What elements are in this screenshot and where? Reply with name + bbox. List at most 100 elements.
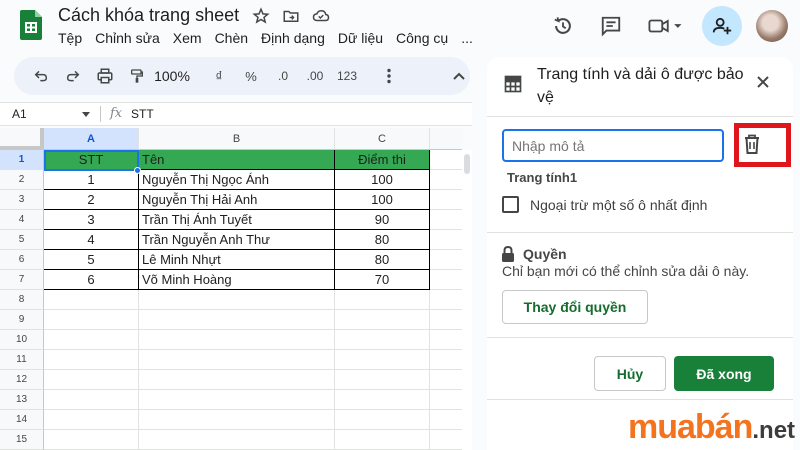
column-header-d[interactable] [430, 128, 462, 150]
row-header[interactable]: 10 [0, 330, 44, 350]
table-cell[interactable] [139, 430, 335, 450]
close-icon[interactable] [753, 72, 773, 92]
menu-format[interactable]: Định dạng [261, 30, 332, 46]
table-cell[interactable] [139, 350, 335, 370]
row-header[interactable]: 9 [0, 310, 44, 330]
increase-decimal-button[interactable]: .00 [302, 62, 328, 90]
table-cell[interactable] [44, 410, 139, 430]
table-cell[interactable] [430, 210, 462, 230]
table-cell[interactable] [44, 310, 139, 330]
table-cell[interactable] [430, 350, 462, 370]
menu-tools[interactable]: Công cụ [396, 30, 455, 46]
table-cell[interactable] [430, 230, 462, 250]
change-permissions-button[interactable]: Thay đổi quyền [502, 290, 648, 324]
table-cell[interactable]: 80 [335, 230, 430, 250]
fill-handle[interactable] [134, 167, 141, 174]
header-cell[interactable]: Điểm thi [335, 150, 430, 170]
table-cell[interactable] [139, 390, 335, 410]
table-cell[interactable]: Trần Thị Ánh Tuyết [139, 210, 335, 230]
print-icon[interactable] [92, 62, 118, 90]
table-cell[interactable] [44, 330, 139, 350]
table-cell[interactable] [430, 250, 462, 270]
header-cell[interactable]: Tên [139, 150, 335, 170]
header-cell[interactable] [430, 150, 462, 170]
table-cell[interactable] [44, 350, 139, 370]
table-cell[interactable] [139, 290, 335, 310]
menu-data[interactable]: Dữ liệu [338, 30, 390, 46]
spreadsheet-grid[interactable]: A B C 1 STT Tên Điểm thi 2 1 Nguyễn Thị Ngọc Á… [0, 128, 462, 450]
table-cell[interactable] [139, 410, 335, 430]
table-cell[interactable]: 4 [44, 230, 139, 250]
row-header[interactable]: 7 [0, 270, 44, 290]
collapse-icon[interactable] [446, 62, 472, 90]
row-header[interactable]: 11 [0, 350, 44, 370]
row-header[interactable]: 13 [0, 390, 44, 410]
share-button[interactable] [702, 6, 742, 46]
table-cell[interactable] [335, 370, 430, 390]
menu-view[interactable]: Xem [173, 30, 209, 46]
row-header[interactable]: 5 [0, 230, 44, 250]
redo-icon[interactable] [60, 62, 86, 90]
number-format-button[interactable]: 123 [334, 62, 360, 90]
table-cell[interactable] [430, 310, 462, 330]
table-cell[interactable] [335, 350, 430, 370]
undo-icon[interactable] [28, 62, 54, 90]
zoom-select[interactable]: 100% [154, 62, 190, 90]
table-cell[interactable] [430, 390, 462, 410]
meet-icon[interactable] [642, 9, 688, 43]
move-folder-icon[interactable] [280, 5, 302, 27]
table-cell[interactable] [335, 430, 430, 450]
decrease-decimal-button[interactable]: .0 [270, 62, 296, 90]
row-header[interactable]: 8 [0, 290, 44, 310]
table-cell[interactable]: Nguyễn Thị Ngọc Ánh [139, 170, 335, 190]
table-cell[interactable] [430, 370, 462, 390]
table-cell[interactable] [139, 310, 335, 330]
table-cell[interactable] [335, 390, 430, 410]
row-header[interactable]: 3 [0, 190, 44, 210]
table-cell[interactable]: 70 [335, 270, 430, 290]
table-cell[interactable] [335, 410, 430, 430]
table-cell[interactable]: Nguyễn Thị Hải Anh [139, 190, 335, 210]
avatar[interactable] [756, 10, 788, 42]
table-cell[interactable]: Trần Nguyễn Anh Thư [139, 230, 335, 250]
row-header[interactable]: 15 [0, 430, 44, 450]
chevron-down-icon[interactable] [82, 112, 90, 117]
table-cell[interactable] [44, 370, 139, 390]
select-all-corner[interactable] [0, 128, 44, 150]
table-cell[interactable]: 6 [44, 270, 139, 290]
sheets-logo-icon[interactable] [20, 10, 42, 40]
table-cell[interactable] [139, 330, 335, 350]
row-header[interactable]: 6 [0, 250, 44, 270]
currency-format-button[interactable]: ₫ [206, 62, 232, 90]
row-header[interactable]: 1 [0, 150, 44, 170]
table-cell[interactable]: 2 [44, 190, 139, 210]
table-cell[interactable]: 100 [335, 190, 430, 210]
table-cell[interactable] [44, 430, 139, 450]
table-cell[interactable]: 5 [44, 250, 139, 270]
table-cell[interactable] [430, 170, 462, 190]
except-cells-checkbox[interactable] [502, 196, 519, 213]
table-cell[interactable] [430, 190, 462, 210]
column-header-a[interactable]: A [44, 128, 139, 150]
row-header[interactable]: 2 [0, 170, 44, 190]
comment-icon[interactable] [594, 9, 628, 43]
table-cell[interactable] [335, 290, 430, 310]
star-icon[interactable] [250, 5, 272, 27]
menu-file[interactable]: Tệp [58, 30, 89, 46]
table-cell[interactable]: Võ Minh Hoàng [139, 270, 335, 290]
trash-icon[interactable] [737, 129, 767, 159]
table-cell[interactable] [44, 390, 139, 410]
table-cell[interactable]: 90 [335, 210, 430, 230]
paint-format-icon[interactable] [124, 62, 150, 90]
column-header-b[interactable]: B [139, 128, 335, 150]
row-header[interactable]: 12 [0, 370, 44, 390]
table-cell[interactable] [335, 310, 430, 330]
row-header[interactable]: 14 [0, 410, 44, 430]
except-cells-option[interactable]: Ngoại trừ một số ô nhất định [502, 196, 707, 213]
column-header-c[interactable]: C [335, 128, 430, 150]
cancel-button[interactable]: Hủy [594, 356, 666, 391]
done-button[interactable]: Đã xong [674, 356, 774, 391]
table-cell[interactable]: 1 [44, 170, 139, 190]
name-box[interactable]: A1 [12, 107, 27, 121]
table-cell[interactable] [430, 410, 462, 430]
